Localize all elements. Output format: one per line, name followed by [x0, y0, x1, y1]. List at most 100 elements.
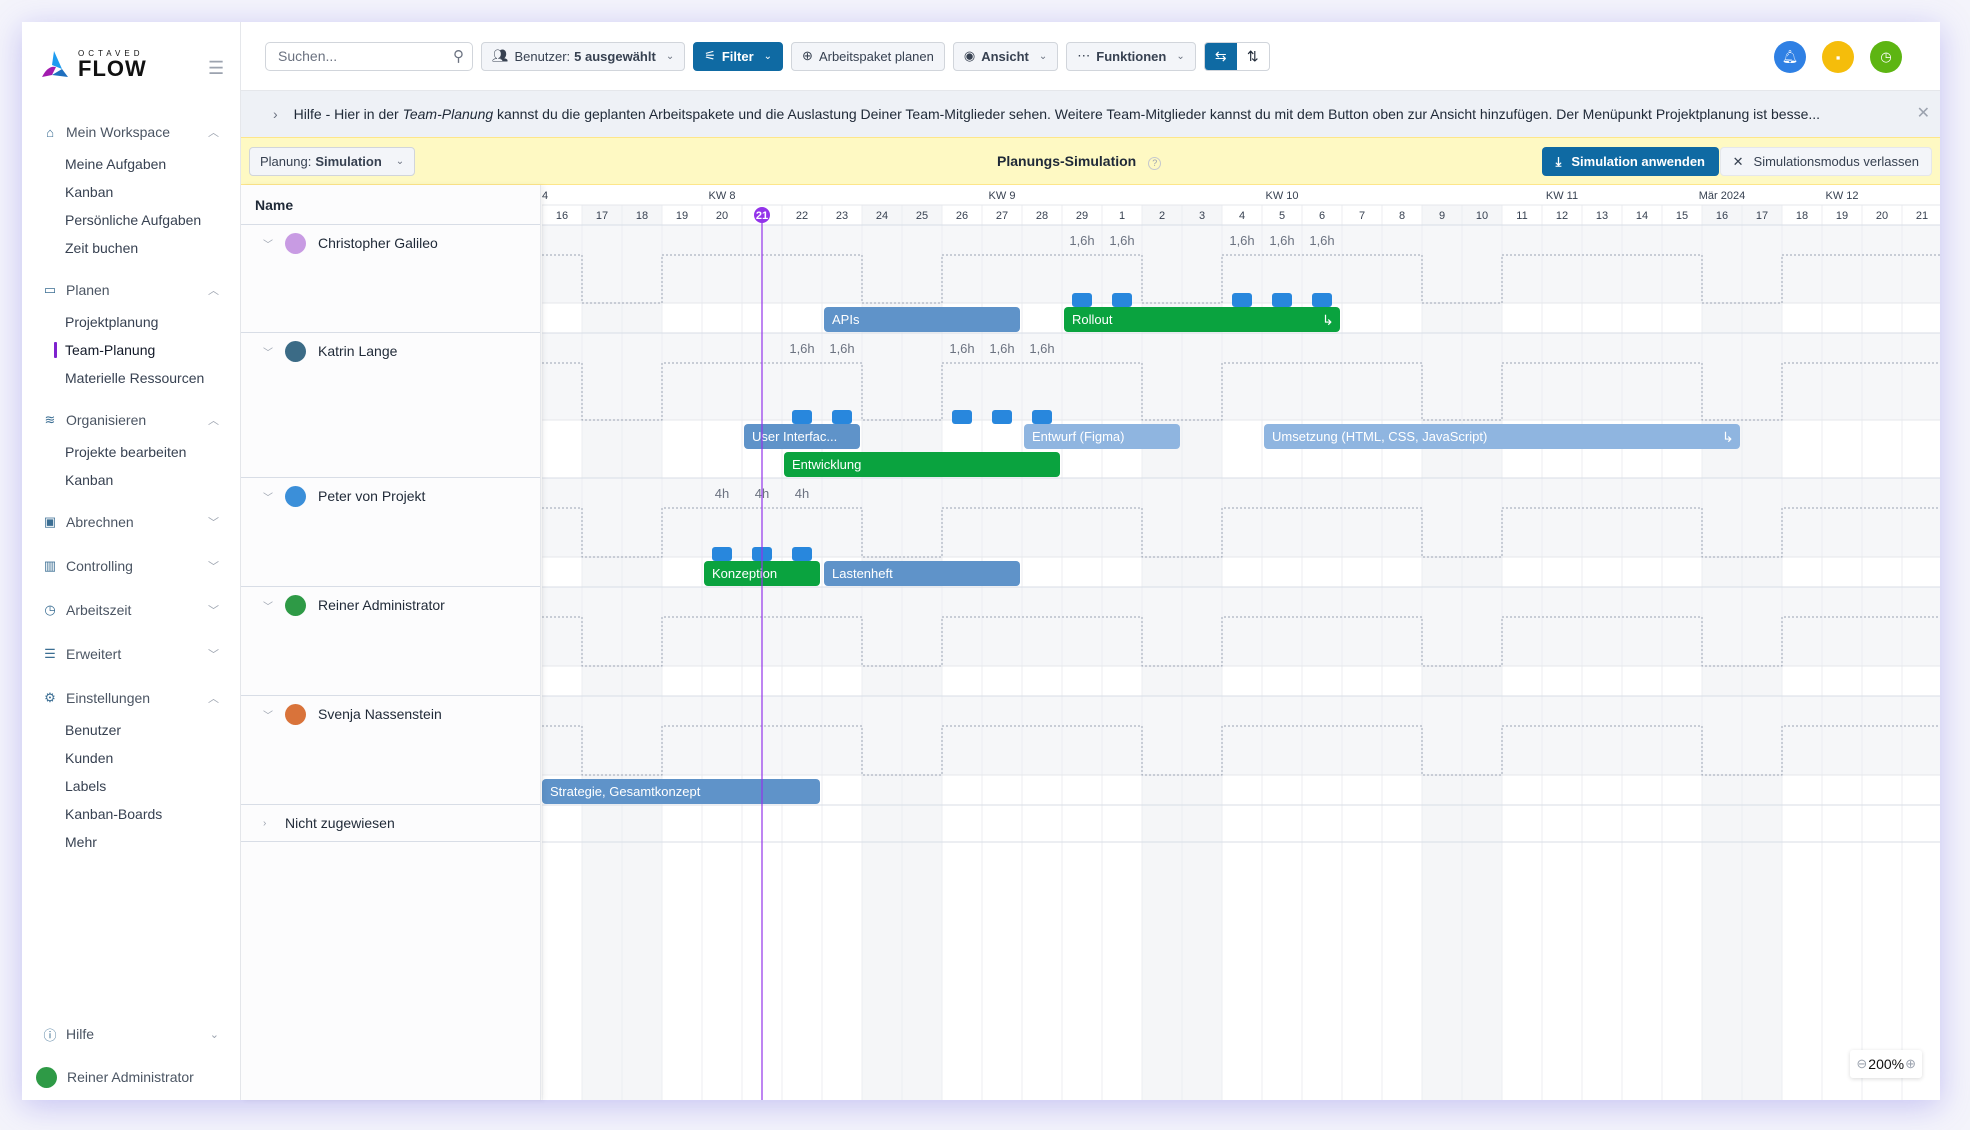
sidebar-section-mein-workspace[interactable]: ⌂ Mein Workspace ︿ — [22, 120, 241, 144]
sidebar-section-planen[interactable]: ▭ Planen ︿ — [22, 278, 241, 302]
workload-block — [832, 410, 852, 424]
sidebar-section-organisieren[interactable]: ≋ Organisieren ︿ — [22, 408, 241, 432]
view-button[interactable]: ◉ Ansicht ⌄ — [952, 41, 1059, 71]
chevron-down-icon[interactable]: ﹀ — [263, 489, 285, 504]
sidebar-item-team-planung[interactable]: Team-Planung — [22, 336, 241, 364]
sidebar-section-arbeitszeit[interactable]: ◷ Arbeitszeit ﹀ — [22, 598, 241, 622]
task-bar-label[interactable]: Entwicklung — [792, 457, 861, 472]
task-bar-label[interactable]: Strategie, Gesamtkonzept — [550, 784, 701, 799]
workload-hours: 1,6h — [1109, 233, 1134, 248]
close-icon[interactable]: ✕ — [1917, 103, 1930, 123]
chevron-down-icon: ⌄ — [209, 1028, 219, 1041]
chevron-up-icon: ︿ — [208, 127, 219, 139]
sidebar-section-controlling[interactable]: ▥ Controlling ﹀ — [22, 554, 241, 578]
gear-icon: ⚙ — [44, 690, 56, 705]
users-label: Benutzer: — [514, 48, 571, 64]
sidebar-item-labels[interactable]: Labels — [22, 772, 241, 800]
name-column-header: Name — [241, 185, 540, 225]
day-label: 24 — [876, 210, 888, 222]
more-icon: ⋯ — [1077, 48, 1091, 63]
chevron-down-icon[interactable]: ﹀ — [263, 344, 285, 359]
sidebar-item-persönliche-aufgaben[interactable]: Persönliche Aufgaben — [22, 206, 241, 234]
notes-icon[interactable]: ▪ — [1822, 41, 1854, 73]
apply-simulation-button[interactable]: ⤓ Simulation anwenden — [1541, 147, 1719, 176]
person-name: Christopher Galileo — [318, 235, 438, 251]
sidebar-item-kanban[interactable]: Kanban — [22, 178, 241, 206]
sidebar-section-einstellungen[interactable]: ⚙ Einstellungen ︿ — [22, 686, 241, 710]
inbox-icon: ⌂ — [46, 124, 54, 140]
chevron-right-icon[interactable]: › — [273, 106, 278, 122]
horizontal-swap-icon[interactable]: ⇆ — [1204, 42, 1237, 70]
sidebar-section-abrechnen[interactable]: ▣ Abrechnen ﹀ — [22, 510, 241, 534]
planning-select[interactable]: Planung: Simulation ⌄ — [249, 147, 416, 176]
current-user[interactable]: Reiner Administrator — [22, 1065, 241, 1089]
simulation-bar: Planung: Simulation ⌄ Planungs-Simulatio… — [241, 137, 1940, 185]
person-row: ﹀ Christopher Galileo — [241, 225, 540, 333]
sidebar-section-hilfe[interactable]: ⓘ Hilfe ⌄ — [22, 1022, 241, 1046]
task-bar-label[interactable]: Konzeption — [712, 566, 777, 581]
notifications-bell-icon[interactable]: 🔔︎ — [1774, 41, 1806, 73]
sidebar-item-mehr[interactable]: Mehr — [22, 828, 241, 856]
task-bar-label[interactable]: APIs — [832, 312, 860, 327]
layers-icon: ≋ — [44, 412, 56, 427]
chevron-down-icon: ⌄ — [763, 50, 773, 62]
workload-block — [1232, 293, 1252, 307]
workload-block — [712, 547, 732, 561]
day-label: 9 — [1439, 210, 1445, 222]
task-bar-label[interactable]: User Interfac... — [752, 429, 837, 444]
avatar — [285, 703, 306, 725]
sidebar-item-kunden[interactable]: Kunden — [22, 744, 241, 772]
day-label: 19 — [676, 210, 688, 222]
functions-button[interactable]: ⋯ Funktionen ⌄ — [1066, 41, 1196, 71]
task-bar-label[interactable]: Umsetzung (HTML, CSS, JavaScript) — [1272, 429, 1487, 444]
time-clock-icon[interactable]: ◷ — [1870, 41, 1902, 73]
sidebar-section-erweitert[interactable]: ☰ Erweitert ﹀ — [22, 642, 241, 666]
zoom-in-icon[interactable]: ⊕ — [1905, 1056, 1916, 1072]
day-label: 16 — [556, 210, 568, 222]
workload-block — [1312, 293, 1332, 307]
apply-simulation-label: Simulation anwenden — [1571, 154, 1705, 169]
plan-package-button[interactable]: ⊕ Arbeitspaket planen — [791, 41, 945, 71]
chevron-down-icon[interactable]: ﹀ — [263, 707, 285, 722]
help-banner: › Hilfe - Hier in der Team-Planung kanns… — [241, 90, 1940, 137]
sidebar-item-projektplanung[interactable]: Projektplanung — [22, 308, 241, 336]
zoom-level: 200% — [1868, 1056, 1905, 1072]
leave-simulation-button[interactable]: ✕ Simulationsmodus verlassen — [1719, 147, 1932, 176]
chevron-down-icon[interactable]: ﹀ — [263, 598, 285, 613]
sidebar-section-label: Organisieren — [66, 412, 147, 428]
sidebar-item-benutzer[interactable]: Benutzer — [22, 716, 241, 744]
chevron-right-icon[interactable]: › — [263, 818, 285, 829]
simulation-title-text: Planungs-Simulation — [997, 153, 1137, 169]
search-input[interactable]: Suchen... ⚲ — [265, 41, 473, 71]
sidebar-item-materielle-ressourcen[interactable]: Materielle Ressourcen — [22, 364, 241, 392]
sidebar-item-kanban-boards[interactable]: Kanban-Boards — [22, 800, 241, 828]
sidebar-item-projekte-bearbeiten[interactable]: Projekte bearbeiten — [22, 438, 241, 466]
workload-block — [1032, 410, 1052, 424]
timeline[interactable]: 4 KW 8 KW 9 KW 10 KW 11 Mär 2024 KW 12 16 17 18 19… — [542, 185, 1940, 1100]
task-bar-label[interactable]: Rollout — [1072, 312, 1113, 327]
task-bar-label[interactable]: Lastenheft — [832, 566, 893, 581]
users-select[interactable]: 👥︎ Benutzer: 5 ausgewählt ⌄ — [481, 41, 686, 71]
day-label: 15 — [1676, 210, 1688, 222]
person-row: ﹀ Svenja Nassenstein — [241, 696, 540, 805]
workload-block — [952, 410, 972, 424]
filter-button[interactable]: ⚟ Filter ⌄ — [693, 41, 784, 71]
chevron-down-icon[interactable]: ﹀ — [263, 236, 285, 251]
vertical-sort-icon[interactable]: ⇅ — [1237, 43, 1269, 70]
logo[interactable]: OCTAVED FLOW — [42, 50, 147, 80]
sidebar-item-kanban[interactable]: Kanban — [22, 466, 241, 494]
sidebar: OCTAVED FLOW ☰ ⌂ Mein Workspace ︿ Meine Auf… — [22, 22, 241, 1100]
sidebar-item-meine-aufgaben[interactable]: Meine Aufgaben — [22, 150, 241, 178]
sidebar-item-zeit-buchen[interactable]: Zeit buchen — [22, 234, 241, 262]
sidebar-section-label: Einstellungen — [66, 690, 151, 706]
workload-block — [1272, 293, 1292, 307]
workload-block — [792, 410, 812, 424]
menu-toggle-icon[interactable]: ☰ — [208, 58, 224, 79]
task-bar-label[interactable]: Entwurf (Figma) — [1032, 429, 1124, 444]
zoom-out-icon[interactable]: ⊖ — [1856, 1056, 1867, 1072]
workload-hours: 1,6h — [1269, 233, 1294, 248]
plus-circle-icon: ⊕ — [802, 48, 813, 63]
workload-hours: 1,6h — [1069, 233, 1094, 248]
person-name: Svenja Nassenstein — [318, 706, 442, 722]
question-icon[interactable]: ? — [1148, 157, 1162, 170]
